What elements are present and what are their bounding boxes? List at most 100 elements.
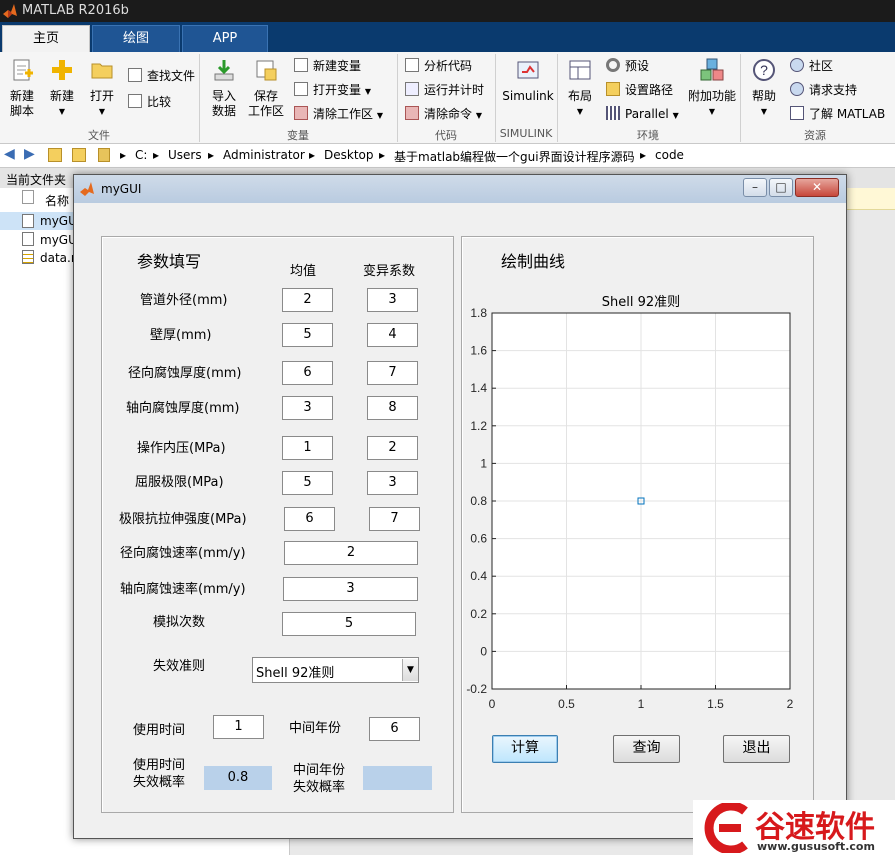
criterion-label: 失效准则 — [153, 659, 206, 674]
operating-pressure-label: 操作内压(MPa) — [137, 441, 226, 456]
tab-plots[interactable]: 绘图 — [92, 25, 180, 52]
path-separator-icon: ▸ — [309, 148, 316, 162]
learn-matlab-link[interactable]: 了解 MATLAB — [790, 104, 885, 124]
operating-pressure-cv-input[interactable]: 2 — [367, 436, 418, 460]
dropdown-arrow-icon[interactable]: ▼ — [402, 659, 418, 681]
radial-corrosion-depth-mean-input[interactable]: 6 — [282, 361, 333, 385]
compare-label: 比较 — [147, 95, 172, 109]
maximize-icon[interactable]: □ — [769, 178, 793, 197]
params-panel: 参数填写 均值 变异系数 管道外径(mm) 2 3 壁厚(mm) 5 4 径向腐… — [101, 236, 454, 813]
simulink-icon — [517, 61, 539, 79]
new-button[interactable]: 新建 ▼ — [44, 58, 80, 119]
gusu-watermark: 谷速软件 www.gususoft.com — [693, 800, 895, 855]
mid-year-label: 中间年份 — [289, 721, 342, 736]
yield-strength-mean-input[interactable]: 5 — [282, 471, 333, 495]
analyze-code-label: 分析代码 — [424, 59, 473, 73]
use-time-input[interactable]: 1 — [213, 715, 264, 739]
simulink-button[interactable]: Simulink — [500, 58, 556, 104]
tab-apps[interactable]: APP — [182, 25, 268, 52]
analyze-code-button[interactable]: 分析代码 — [405, 56, 472, 76]
new-script-button[interactable]: 新建 脚本 — [4, 58, 40, 119]
cv-column-header: 变异系数 — [363, 264, 416, 279]
save-workspace-button[interactable]: 保存 工作区 — [246, 58, 286, 119]
compare-button[interactable]: 比较 — [128, 92, 171, 112]
find-files-button[interactable]: 查找文件 — [128, 66, 195, 86]
chevron-down-icon: ▼ — [672, 111, 679, 120]
new-variable-button[interactable]: 新建变量 — [294, 56, 361, 76]
browse-folder-icon[interactable] — [72, 148, 86, 162]
x-tick-label: 0.5 — [558, 697, 575, 711]
operating-pressure-mean-input[interactable]: 1 — [282, 436, 333, 460]
save-workspace-icon — [256, 60, 277, 81]
community-link[interactable]: 社区 — [790, 56, 833, 76]
new-script-label-2: 脚本 — [9, 104, 34, 118]
minimize-icon[interactable]: – — [743, 178, 767, 197]
request-support-link[interactable]: 请求支持 — [790, 80, 857, 100]
plot-panel: 绘制曲线 0 0.5 1 1.5 2 -0.2 0 0.2 0.4 0.6 0.8 1 1.2 1.4 1.… — [461, 236, 814, 813]
import-data-button[interactable]: 导入 数据 — [206, 58, 242, 119]
y-tick-label: 1 — [480, 456, 487, 470]
help-button[interactable]: ? 帮助 ▼ — [746, 58, 782, 119]
use-time-prob-label-2: 失效概率 — [133, 775, 186, 790]
name-column-header[interactable]: 名称 — [45, 192, 69, 209]
open-variable-button[interactable]: 打开变量 ▼ — [294, 80, 371, 100]
axial-corrosion-depth-cv-input[interactable]: 8 — [367, 396, 418, 420]
compute-button[interactable]: 计算 — [492, 735, 558, 763]
sim-count-input[interactable]: 5 — [282, 612, 416, 636]
learn-matlab-icon — [790, 106, 804, 120]
mid-year-input[interactable]: 6 — [369, 717, 420, 741]
watermark-url: www.gususoft.com — [757, 840, 875, 853]
mygui-window-title: myGUI — [101, 182, 142, 196]
criterion-select[interactable]: Shell 92准则 ▼ — [252, 657, 419, 683]
community-label: 社区 — [809, 59, 834, 73]
clear-workspace-button[interactable]: 清除工作区 ▼ — [294, 104, 383, 124]
query-button[interactable]: 查询 — [613, 735, 680, 763]
axial-corrosion-rate-input[interactable]: 3 — [283, 577, 418, 601]
new-variable-label: 新建变量 — [313, 59, 362, 73]
preferences-button[interactable]: 预设 — [606, 56, 649, 76]
save-workspace-label-2: 工作区 — [247, 104, 284, 118]
addons-cubes-icon — [700, 58, 724, 81]
radial-corrosion-depth-cv-input[interactable]: 7 — [367, 361, 418, 385]
wall-thickness-cv-input[interactable]: 4 — [367, 323, 418, 347]
tab-home[interactable]: 主页 — [2, 25, 90, 52]
path-segment[interactable]: 基于matlab编程做一个gui界面设计程序源码 — [394, 148, 635, 165]
addons-button[interactable]: 附加功能 ▼ — [688, 58, 736, 119]
parallel-button[interactable]: Parallel ▼ — [606, 104, 679, 124]
mid-year-prob-label-2: 失效概率 — [293, 780, 346, 795]
path-segment[interactable]: Administrator — [223, 148, 305, 162]
set-path-button[interactable]: 设置路径 — [606, 80, 673, 100]
path-segment[interactable]: Users — [168, 148, 202, 162]
outer-diameter-mean-input[interactable]: 2 — [282, 288, 333, 312]
y-tick-label: -0.2 — [466, 682, 487, 696]
address-bar: ◀ ▶ ▸ C: ▸ Users ▸ Administrator ▸ Deskt… — [0, 144, 895, 168]
clear-commands-button[interactable]: 清除命令 ▼ — [405, 104, 482, 124]
exit-button[interactable]: 退出 — [723, 735, 790, 763]
section-resources-label: 资源 — [804, 129, 826, 142]
wall-thickness-mean-input[interactable]: 5 — [282, 323, 333, 347]
radial-corrosion-rate-input[interactable]: 2 — [284, 541, 418, 565]
close-icon[interactable]: ✕ — [795, 178, 839, 197]
chevron-down-icon: ▼ — [376, 111, 383, 120]
yield-strength-cv-input[interactable]: 3 — [367, 471, 418, 495]
tensile-strength-cv-input[interactable]: 7 — [369, 507, 420, 531]
path-segment[interactable]: code — [655, 148, 684, 162]
axial-corrosion-depth-label: 轴向腐蚀厚度(mm) — [126, 401, 240, 416]
layout-button[interactable]: 布局 ▼ — [562, 58, 598, 119]
help-icon: ? — [753, 59, 775, 81]
axial-corrosion-depth-mean-input[interactable]: 3 — [282, 396, 333, 420]
run-and-time-button[interactable]: 运行并计时 — [405, 80, 484, 100]
open-button[interactable]: 打开 ▼ — [84, 58, 120, 119]
outer-diameter-cv-input[interactable]: 3 — [367, 288, 418, 312]
folder-icon — [91, 63, 113, 79]
tensile-strength-label: 极限抗拉伸强度(MPa) — [119, 512, 247, 527]
find-files-icon — [128, 68, 142, 82]
tensile-strength-mean-input[interactable]: 6 — [284, 507, 335, 531]
mean-column-header: 均值 — [290, 264, 317, 279]
path-segment[interactable]: Desktop — [324, 148, 374, 162]
up-folder-icon[interactable] — [48, 148, 62, 162]
learn-matlab-label: 了解 MATLAB — [809, 107, 886, 121]
path-segment[interactable]: C: — [135, 148, 147, 162]
back-arrow-icon[interactable]: ◀ — [4, 146, 15, 162]
forward-arrow-icon[interactable]: ▶ — [24, 146, 35, 162]
